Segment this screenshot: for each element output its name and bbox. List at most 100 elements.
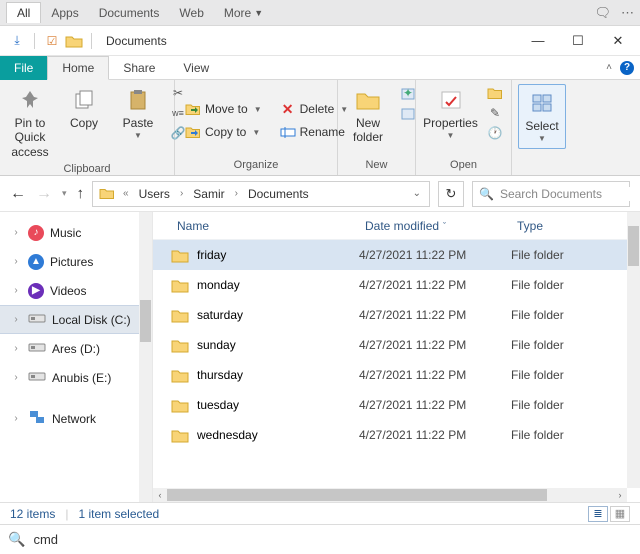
ribbon-share-tab[interactable]: Share	[109, 56, 169, 80]
properties-check-icon[interactable]: ☑	[43, 32, 61, 50]
details-view-icon[interactable]: ≣	[588, 506, 608, 522]
paste-button[interactable]: Paste ▼	[114, 84, 162, 143]
nav-item-videos[interactable]: ›▶Videos	[0, 276, 152, 305]
pin-to-quick-access-button[interactable]: Pin to Quick access	[6, 84, 54, 161]
column-date[interactable]: Date modifiedˇ	[359, 219, 511, 233]
scope-documents-tab[interactable]: Documents	[89, 3, 170, 23]
pictures-icon: ▲	[28, 254, 44, 270]
column-name[interactable]: Name	[171, 219, 359, 233]
refresh-button[interactable]: ↻	[438, 181, 464, 207]
move-to-button[interactable]: Move to▼	[181, 99, 266, 119]
folder-icon	[171, 248, 189, 263]
recent-locations-icon[interactable]: ▾	[62, 188, 67, 199]
file-date: 4/27/2021 11:22 PM	[359, 278, 511, 292]
navpane-scrollbar[interactable]	[139, 212, 152, 502]
file-name: friday	[197, 248, 226, 262]
expand-icon[interactable]: ›	[10, 285, 22, 296]
expand-icon[interactable]: ›	[10, 256, 22, 267]
expand-icon[interactable]: ›	[10, 372, 22, 383]
file-date: 4/27/2021 11:22 PM	[359, 428, 511, 442]
status-bar: 12 items | 1 item selected ≣ ▦	[0, 502, 640, 524]
address-bar[interactable]: « Users › Samir › Documents ⌄	[92, 181, 430, 207]
column-type[interactable]: Type	[511, 219, 549, 233]
ribbon-file-tab[interactable]: File	[0, 56, 47, 80]
search-run-input[interactable]	[33, 532, 632, 547]
file-row[interactable]: tuesday4/27/2021 11:22 PMFile folder	[153, 390, 640, 420]
file-row[interactable]: thursday4/27/2021 11:22 PMFile folder	[153, 360, 640, 390]
up-button[interactable]: ↑	[77, 185, 85, 202]
file-row[interactable]: friday4/27/2021 11:22 PMFile folder	[153, 240, 640, 270]
expand-icon[interactable]: ›	[10, 343, 22, 354]
breadcrumb-chevron[interactable]: ›	[178, 186, 185, 201]
search-input[interactable]	[500, 187, 640, 201]
folder-icon	[171, 368, 189, 383]
thumbnails-view-icon[interactable]: ▦	[610, 506, 630, 522]
folder-icon	[171, 428, 189, 443]
edit-icon[interactable]: ✎	[485, 104, 505, 122]
breadcrumb-documents[interactable]: Documents	[244, 185, 313, 203]
help-icon[interactable]: ?	[620, 61, 634, 75]
file-type: File folder	[511, 428, 564, 442]
forward-button[interactable]: →	[36, 185, 52, 203]
properties-button[interactable]: Properties ▼	[422, 84, 479, 143]
maximize-button[interactable]: ☐	[560, 28, 596, 54]
expand-icon[interactable]: ›	[10, 227, 22, 238]
scope-all-tab[interactable]: All	[6, 2, 41, 23]
nav-item-ares-d-[interactable]: ›Ares (D:)	[0, 334, 152, 363]
breadcrumb-root-chevron[interactable]: «	[121, 186, 131, 201]
nav-item-network[interactable]: ›Network	[0, 404, 152, 433]
file-vscrollbar[interactable]	[627, 212, 640, 488]
breadcrumb-samir[interactable]: Samir	[189, 185, 228, 203]
folder-icon	[65, 34, 83, 48]
feedback-icon[interactable]: 🗨	[594, 5, 611, 21]
file-name: thursday	[197, 368, 243, 382]
file-row[interactable]: monday4/27/2021 11:22 PMFile folder	[153, 270, 640, 300]
breadcrumb-users[interactable]: Users	[135, 185, 174, 203]
new-folder-button[interactable]: New folder	[344, 84, 392, 147]
file-type: File folder	[511, 368, 564, 382]
file-hscrollbar[interactable]: ‹›	[153, 488, 627, 502]
window-title: Documents	[106, 34, 167, 48]
folder-icon	[171, 398, 189, 413]
overflow-icon[interactable]: ⋯	[621, 5, 634, 21]
file-row[interactable]: saturday4/27/2021 11:22 PMFile folder	[153, 300, 640, 330]
scope-apps-tab[interactable]: Apps	[41, 3, 88, 23]
group-organize-label: Organize	[181, 157, 331, 173]
file-date: 4/27/2021 11:22 PM	[359, 248, 511, 262]
ribbon-home-tab[interactable]: Home	[47, 56, 109, 80]
file-row[interactable]: sunday4/27/2021 11:22 PMFile folder	[153, 330, 640, 360]
network-icon	[28, 409, 46, 428]
nav-item-anubis-e-[interactable]: ›Anubis (E:)	[0, 363, 152, 392]
nav-item-music[interactable]: ›♪Music	[0, 218, 152, 247]
close-button[interactable]: ✕	[600, 28, 636, 54]
expand-icon[interactable]: ›	[10, 314, 22, 325]
nav-item-label: Local Disk (C:)	[52, 313, 131, 327]
disk-icon	[28, 370, 46, 385]
nav-item-pictures[interactable]: ›▲Pictures	[0, 247, 152, 276]
nav-item-local-disk-c-[interactable]: › Local Disk (C:)	[0, 305, 152, 334]
file-name: tuesday	[197, 398, 239, 412]
file-row[interactable]: wednesday 4/27/2021 11:22 PMFile folder	[153, 420, 640, 450]
file-name: wednesday	[197, 428, 258, 442]
collapse-ribbon-icon[interactable]: ˄	[606, 62, 612, 73]
address-dropdown-icon[interactable]: ⌄	[413, 188, 421, 199]
expand-icon[interactable]: ›	[10, 413, 22, 424]
selection-count: 1 item selected	[78, 507, 159, 521]
back-button[interactable]: ←	[10, 185, 26, 203]
copy-button[interactable]: Copy	[60, 84, 108, 132]
minimize-button[interactable]: —	[520, 28, 556, 54]
open-icon[interactable]	[485, 84, 505, 102]
file-type: File folder	[511, 278, 564, 292]
scope-more[interactable]: More▼	[214, 3, 273, 23]
history-open-icon[interactable]: 🕐	[485, 124, 505, 142]
group-clipboard-label: Clipboard	[6, 161, 168, 177]
history-icon[interactable]: ⤓	[8, 32, 26, 50]
search-box[interactable]: 🔍	[472, 181, 630, 207]
scope-web-tab[interactable]: Web	[169, 3, 213, 23]
breadcrumb-chevron[interactable]: ›	[233, 186, 240, 201]
easy-access-icon[interactable]	[398, 104, 418, 122]
copy-to-button[interactable]: Copy to▼	[181, 122, 266, 142]
ribbon-view-tab[interactable]: View	[169, 56, 223, 80]
select-button[interactable]: Select ▼	[518, 84, 566, 149]
new-item-icon[interactable]: ✦	[398, 84, 418, 102]
